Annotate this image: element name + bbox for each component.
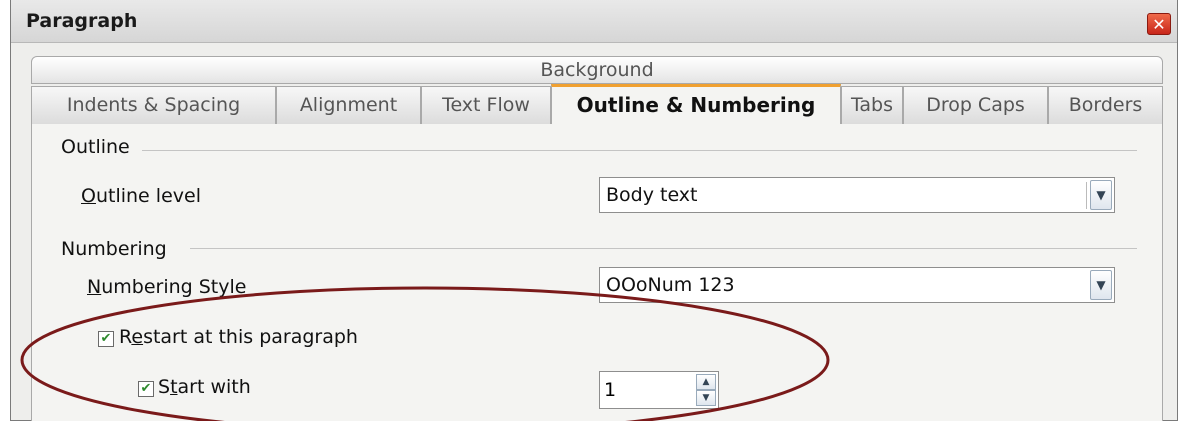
highlight-ellipse — [20, 286, 830, 421]
